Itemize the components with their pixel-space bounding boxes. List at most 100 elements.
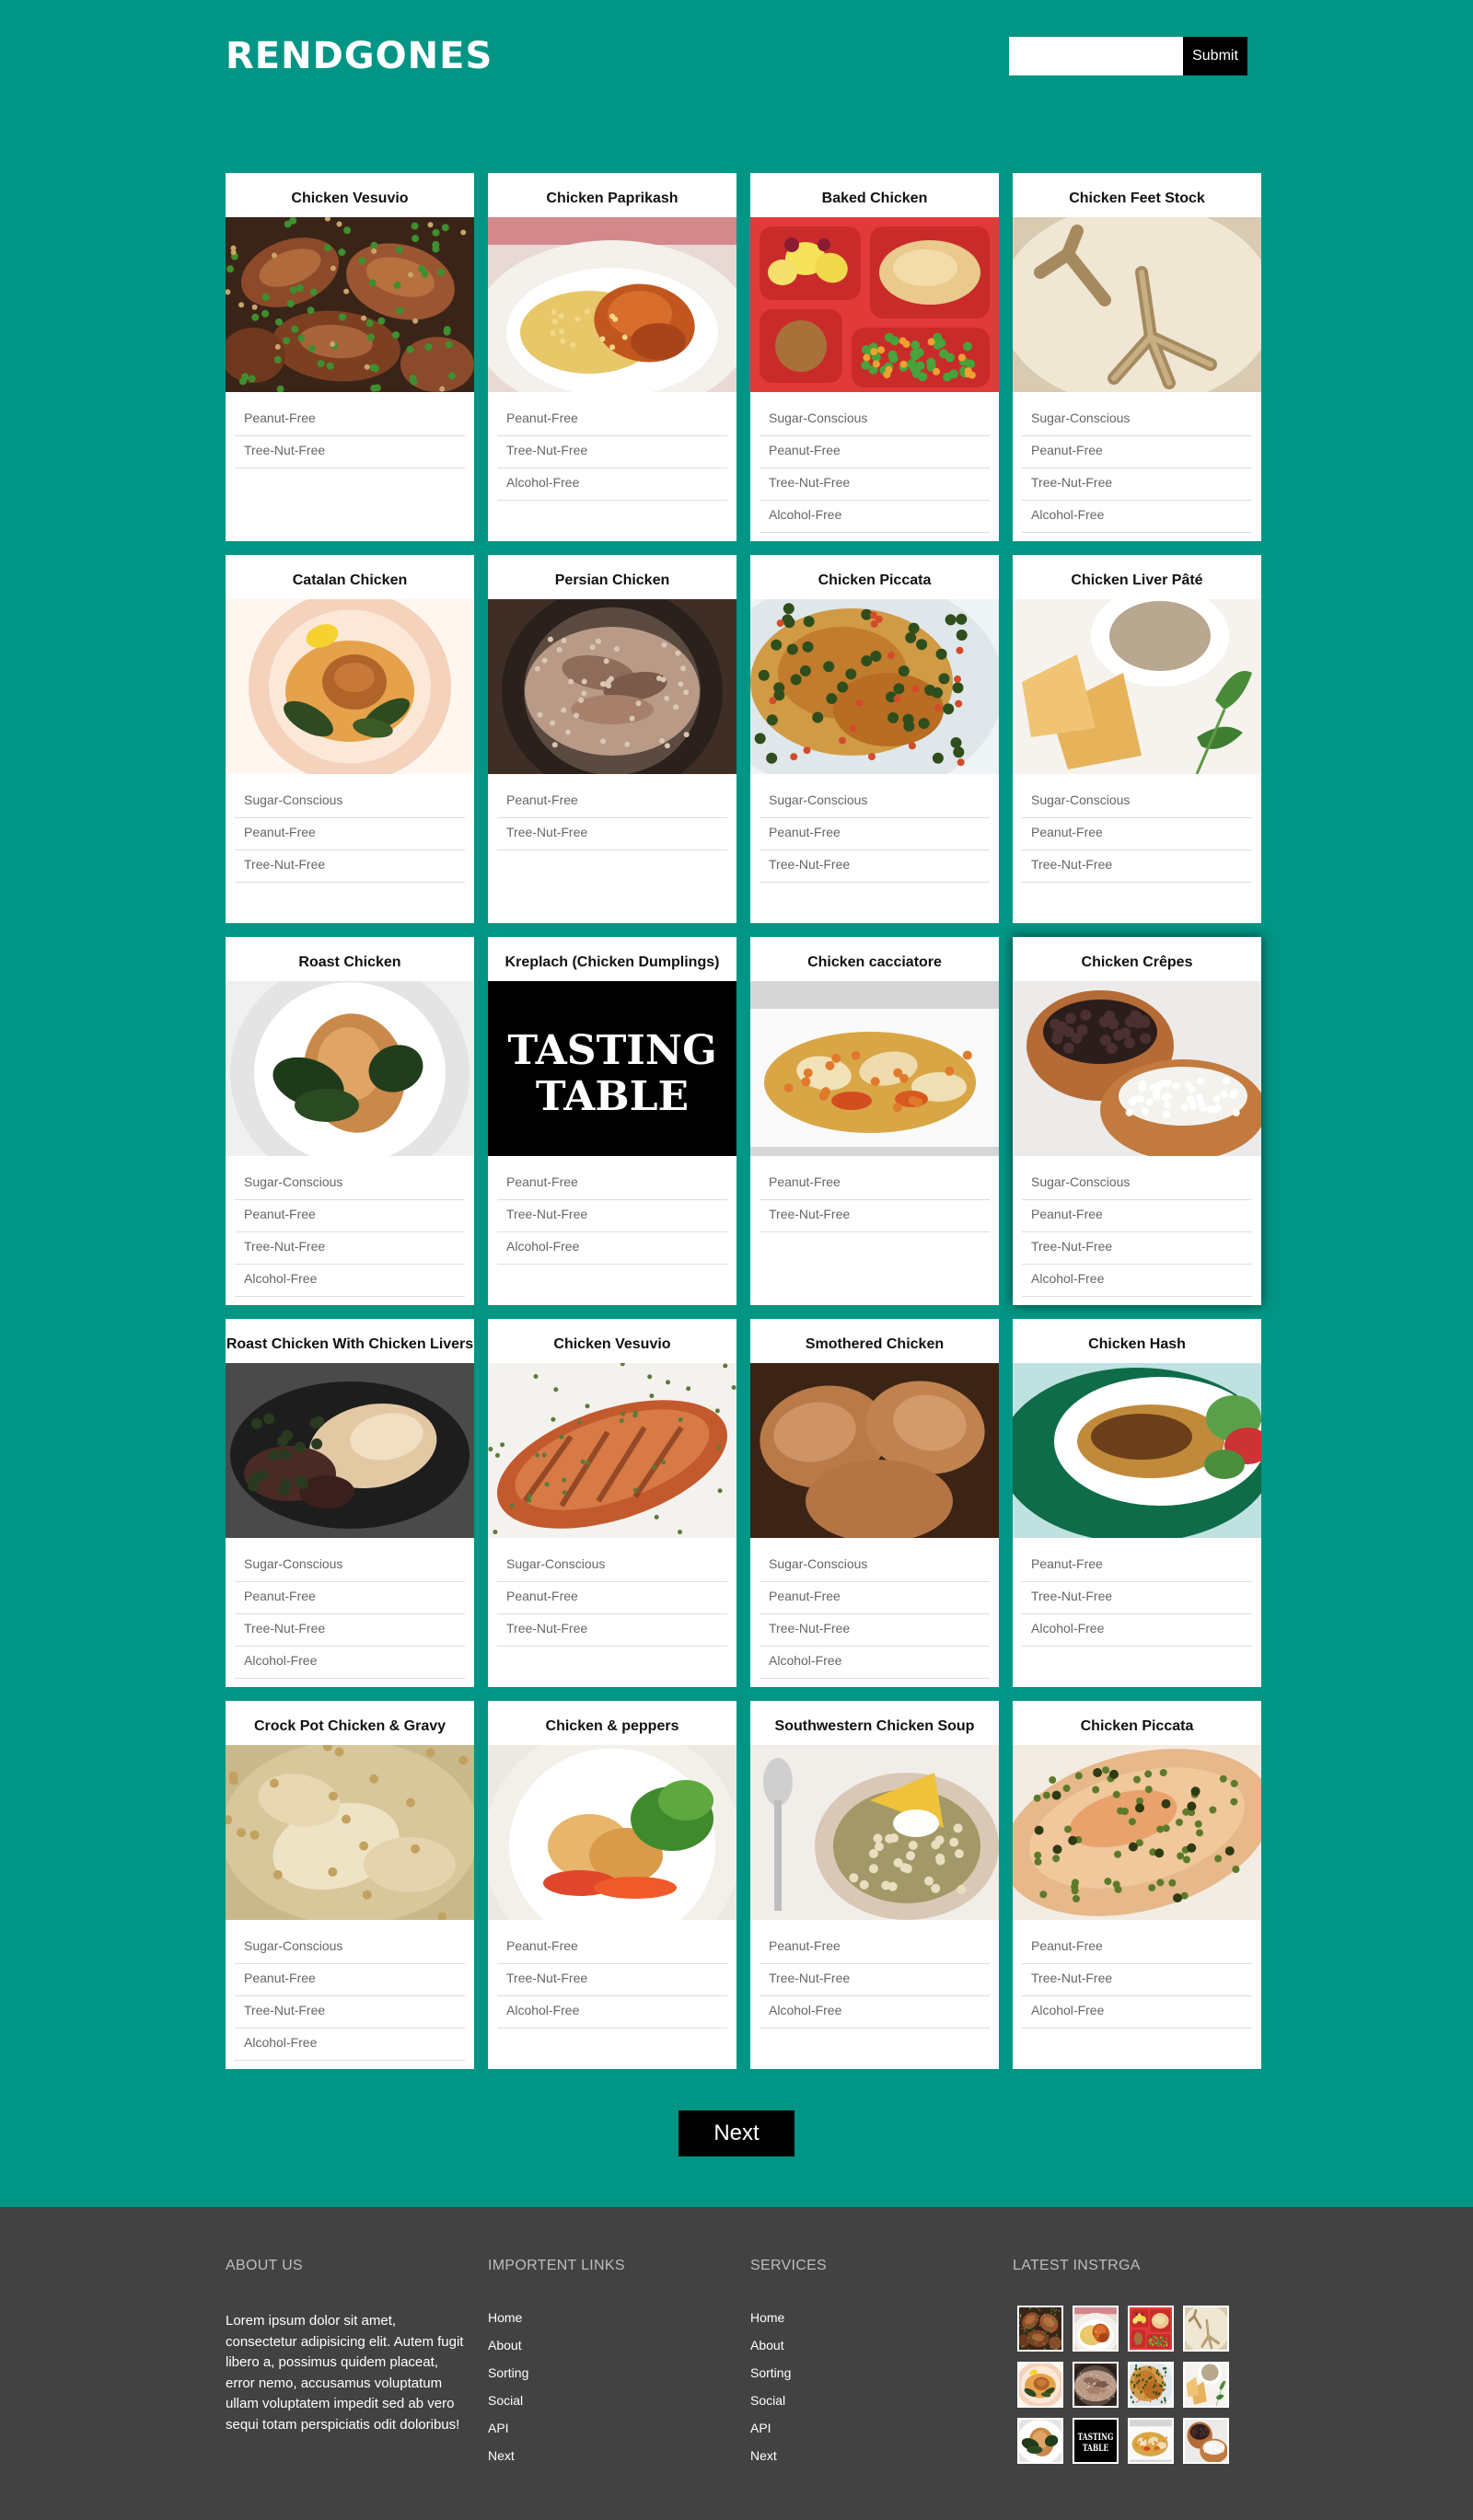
recipe-photo[interactable] [1013, 1363, 1261, 1538]
recipe-card[interactable]: Chicken Hash Peanut-Free Tree-Nut-Free Alc… [1013, 1319, 1261, 1687]
recipe-title[interactable]: Kreplach (Chicken Dumplings) [488, 937, 736, 981]
latest-thumbnail[interactable] [1073, 2362, 1119, 2408]
recipe-photo[interactable] [750, 599, 999, 774]
recipe-photo[interactable] [750, 217, 999, 392]
health-label: Tree-Nut-Free [235, 850, 465, 883]
footer-link[interactable]: Home [488, 2304, 625, 2331]
latest-thumbnail[interactable] [1017, 2306, 1063, 2352]
footer-link[interactable]: About [488, 2331, 625, 2359]
recipe-card[interactable]: Catalan Chicken Sugar-Conscious Peanut-Fr… [226, 555, 474, 923]
recipe-title[interactable]: Baked Chicken [750, 173, 999, 217]
footer-link[interactable]: API [750, 2414, 827, 2442]
recipe-title[interactable]: Southwestern Chicken Soup [750, 1701, 999, 1745]
recipe-title[interactable]: Smothered Chicken [750, 1319, 999, 1363]
footer-link[interactable]: Sorting [488, 2359, 625, 2387]
recipe-card[interactable]: Chicken cacciatore Peanut-Free Tree-Nut-F… [750, 937, 999, 1305]
recipe-photo[interactable]: TASTING TABLE [488, 981, 736, 1156]
recipe-photo[interactable] [1013, 1745, 1261, 1920]
recipe-card[interactable]: Persian Chicken Peanut-Free Tree-Nut-Free [488, 555, 736, 923]
latest-thumbnail[interactable] [1128, 2418, 1174, 2464]
footer-link[interactable]: Sorting [750, 2359, 827, 2387]
recipe-card[interactable]: Roast Chicken With Chicken Livers Sugar-… [226, 1319, 474, 1687]
recipe-card[interactable]: Southwestern Chicken Soup Peanut-Free Tre… [750, 1701, 999, 2069]
health-label: Alcohol-Free [1022, 1265, 1252, 1297]
recipe-title[interactable]: Chicken Paprikash [488, 173, 736, 217]
site-footer: ABOUT US Lorem ipsum dolor sit amet, con… [0, 2207, 1473, 2520]
recipe-photo[interactable] [488, 599, 736, 774]
recipe-photo[interactable] [1013, 981, 1261, 1156]
footer-link[interactable]: Social [750, 2387, 827, 2414]
recipe-photo[interactable] [750, 1363, 999, 1538]
recipe-title[interactable]: Chicken Piccata [1013, 1701, 1261, 1745]
latest-thumbnail[interactable] [1073, 2306, 1119, 2352]
latest-thumbnail[interactable] [1128, 2306, 1174, 2352]
recipe-photo[interactable] [226, 599, 474, 774]
recipe-title[interactable]: Chicken Hash [1013, 1319, 1261, 1363]
health-labels: Peanut-Free Tree-Nut-Free Alcohol-Free [488, 1920, 736, 2029]
recipe-card[interactable]: Chicken Feet Stock Sugar-Conscious Peanut… [1013, 173, 1261, 541]
recipe-card[interactable]: Baked Chicken Sugar-Conscious Peanut-Free… [750, 173, 999, 541]
latest-thumbnail[interactable]: TASTING TABLE [1073, 2418, 1119, 2464]
footer-link[interactable]: About [750, 2331, 827, 2359]
recipe-title[interactable]: Chicken & peppers [488, 1701, 736, 1745]
health-label: Peanut-Free [497, 1168, 727, 1200]
health-label: Peanut-Free [497, 404, 727, 436]
recipe-card[interactable]: Chicken & peppers Peanut-Free Tree-Nut-Fr… [488, 1701, 736, 2069]
recipe-title[interactable]: Chicken Liver Pâté [1013, 555, 1261, 599]
latest-thumbnail[interactable] [1183, 2306, 1229, 2352]
recipe-photo[interactable] [226, 1745, 474, 1920]
latest-thumbnail[interactable] [1017, 2362, 1063, 2408]
health-label: Tree-Nut-Free [1022, 468, 1252, 501]
recipe-card[interactable]: Kreplach (Chicken Dumplings) TASTING TAB… [488, 937, 736, 1305]
recipe-title[interactable]: Roast Chicken With Chicken Livers [226, 1319, 474, 1363]
recipe-card[interactable]: Chicken Crêpes Sugar-Conscious Peanut-Fre… [1013, 937, 1261, 1305]
recipe-title[interactable]: Roast Chicken [226, 937, 474, 981]
recipe-card[interactable]: Chicken Vesuvio Peanut-Free Tree-Nut-Free [226, 173, 474, 541]
recipe-photo[interactable] [226, 981, 474, 1156]
recipe-card[interactable]: Smothered Chicken Sugar-Conscious Peanut-… [750, 1319, 999, 1687]
health-label: Alcohol-Free [760, 1996, 990, 2029]
recipe-title[interactable]: Persian Chicken [488, 555, 736, 599]
recipe-photo[interactable] [750, 1745, 999, 1920]
search-input[interactable] [1009, 37, 1183, 75]
latest-thumbnail[interactable] [1017, 2418, 1063, 2464]
recipe-title[interactable]: Chicken Vesuvio [488, 1319, 736, 1363]
footer-link[interactable]: Home [750, 2304, 827, 2331]
health-label: Peanut-Free [497, 1932, 727, 1964]
recipe-title[interactable]: Chicken cacciatore [750, 937, 999, 981]
recipe-title[interactable]: Chicken Vesuvio [226, 173, 474, 217]
health-label: Sugar-Conscious [1022, 786, 1252, 818]
recipe-title[interactable]: Chicken Crêpes [1013, 937, 1261, 981]
recipe-photo[interactable] [1013, 217, 1261, 392]
footer-link[interactable]: API [488, 2414, 625, 2442]
footer-link[interactable]: Next [750, 2442, 827, 2469]
recipe-title[interactable]: Chicken Piccata [750, 555, 999, 599]
footer-link[interactable]: Next [488, 2442, 625, 2469]
recipe-card[interactable]: Chicken Liver Pâté Sugar-Conscious Peanut… [1013, 555, 1261, 923]
recipe-photo[interactable] [1013, 599, 1261, 774]
recipe-card[interactable]: Chicken Piccata Peanut-Free Tree-Nut-Free… [1013, 1701, 1261, 2069]
submit-button[interactable]: Submit [1183, 37, 1247, 75]
recipe-card[interactable]: Chicken Vesuvio Sugar-Conscious Peanut-Fr… [488, 1319, 736, 1687]
recipe-card[interactable]: Roast Chicken Sugar-Conscious Peanut-Free… [226, 937, 474, 1305]
recipe-photo[interactable] [226, 217, 474, 392]
recipe-photo[interactable] [488, 1745, 736, 1920]
recipe-title[interactable]: Catalan Chicken [226, 555, 474, 599]
recipe-card[interactable]: Chicken Piccata Sugar-Conscious Peanut-Fr… [750, 555, 999, 923]
recipe-title[interactable]: Crock Pot Chicken & Gravy [226, 1701, 474, 1745]
health-label: Tree-Nut-Free [497, 436, 727, 468]
recipe-photo[interactable] [226, 1363, 474, 1538]
latest-thumbnail[interactable] [1183, 2362, 1229, 2408]
footer-link[interactable]: Social [488, 2387, 625, 2414]
site-logo[interactable]: RENDGONES [226, 35, 493, 77]
recipe-photo[interactable] [750, 981, 999, 1156]
next-button[interactable]: Next [679, 2110, 794, 2156]
recipe-card[interactable]: Crock Pot Chicken & Gravy Sugar-Consciou… [226, 1701, 474, 2069]
health-label: Peanut-Free [497, 1582, 727, 1614]
recipe-card[interactable]: Chicken Paprikash Peanut-Free Tree-Nut-Fr… [488, 173, 736, 541]
recipe-title[interactable]: Chicken Feet Stock [1013, 173, 1261, 217]
latest-thumbnail[interactable] [1128, 2362, 1174, 2408]
recipe-photo[interactable] [488, 217, 736, 392]
recipe-photo[interactable] [488, 1363, 736, 1538]
latest-thumbnail[interactable] [1183, 2418, 1229, 2464]
